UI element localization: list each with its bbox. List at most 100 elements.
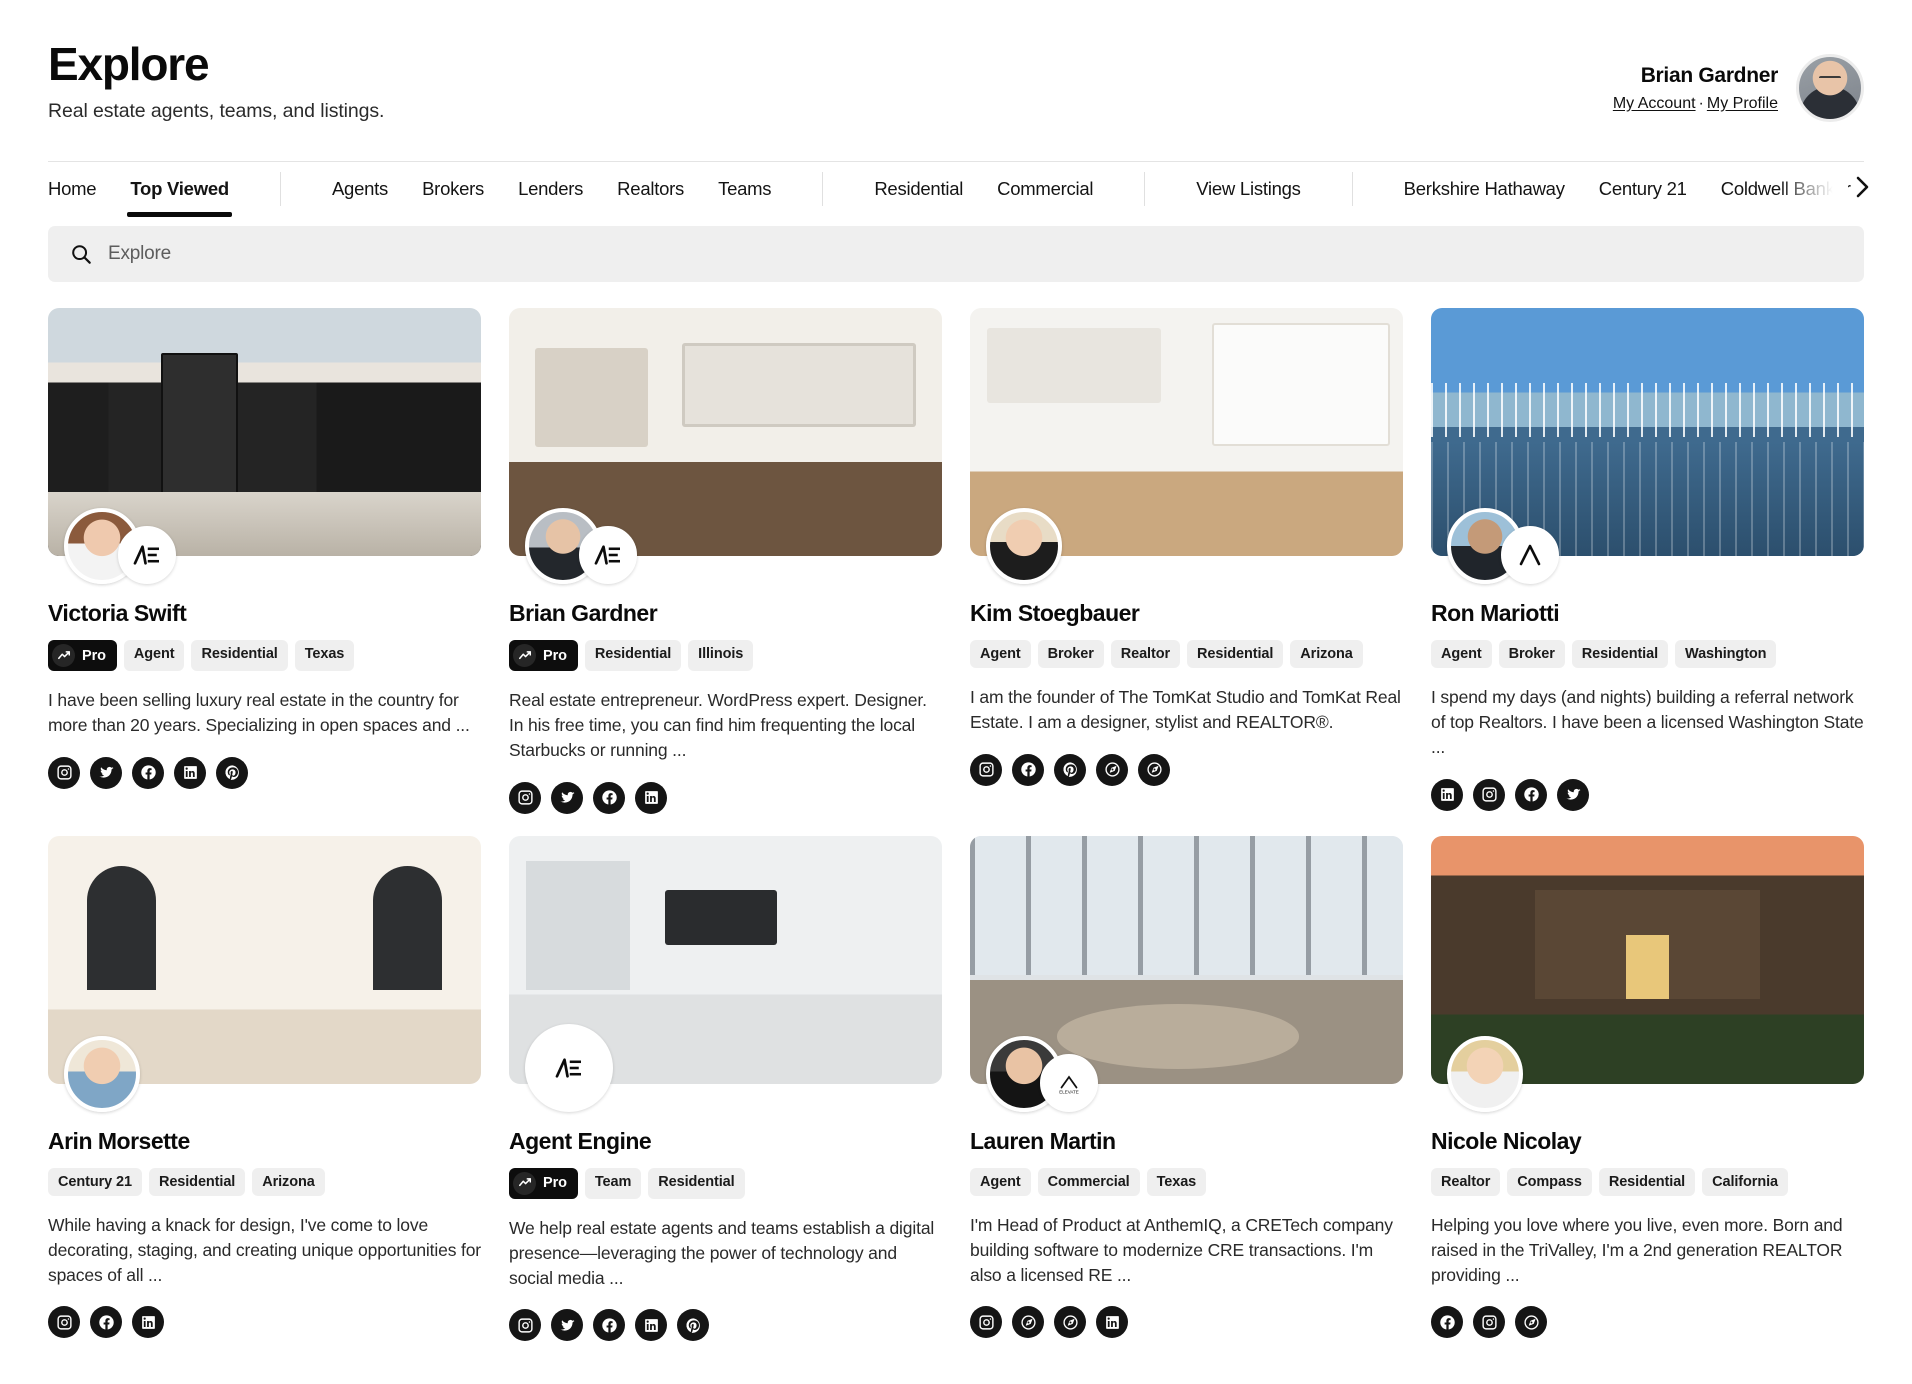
link-icon[interactable]	[1096, 753, 1128, 786]
profile-card[interactable]: Victoria Swift Pro Agent Residential Texas I …	[48, 308, 481, 814]
linkedin-icon[interactable]	[174, 756, 206, 789]
instagram-icon[interactable]	[970, 753, 1002, 786]
card-media[interactable]: ELEVATE	[970, 835, 1403, 1112]
nav-item-brokers[interactable]: Brokers	[405, 162, 501, 216]
tag-residential[interactable]: Residential	[191, 640, 288, 672]
tag-agent[interactable]: Agent	[123, 640, 185, 672]
facebook-icon[interactable]	[593, 1309, 625, 1342]
nav-item-residential[interactable]: Residential	[857, 162, 980, 216]
profile-avatar[interactable]	[986, 508, 1062, 585]
link-icon[interactable]	[1515, 1306, 1547, 1339]
user-account-block[interactable]: Brian Gardner My Account · My Profile	[1613, 40, 1864, 122]
instagram-icon[interactable]	[970, 1306, 1002, 1339]
pro-badge[interactable]: Pro	[509, 1167, 578, 1199]
nav-item-coldwell-banker[interactable]: Coldwell Banker	[1704, 162, 1868, 216]
tag-residential[interactable]: Residential	[1187, 640, 1284, 669]
chevron-right-icon[interactable]	[1856, 176, 1870, 202]
profile-card[interactable]: ELEVATE Lauren Martin Agent Commercial Texas…	[970, 835, 1403, 1342]
tag-arizona[interactable]: Arizona	[1290, 640, 1363, 669]
linkedin-icon[interactable]	[132, 1306, 164, 1339]
tag-residential[interactable]: Residential	[148, 1167, 246, 1196]
tag-illinois[interactable]: Illinois	[688, 640, 754, 672]
search-bar[interactable]	[48, 226, 1864, 283]
tag-california[interactable]: California	[1702, 1167, 1788, 1196]
tag-commercial[interactable]: Commercial	[1037, 1167, 1140, 1196]
tag-agent[interactable]: Agent	[970, 640, 1031, 669]
tag-broker[interactable]: Broker	[1498, 640, 1565, 669]
avatar[interactable]	[1796, 54, 1864, 122]
tag-realtor[interactable]: Realtor	[1110, 640, 1181, 669]
facebook-icon[interactable]	[593, 781, 625, 814]
nav-item-top-viewed[interactable]: Top Viewed	[113, 162, 246, 218]
facebook-icon[interactable]	[90, 1306, 122, 1339]
profile-avatar[interactable]	[64, 1035, 140, 1112]
card-media[interactable]	[48, 308, 481, 585]
instagram-icon[interactable]	[509, 1309, 541, 1342]
facebook-icon[interactable]	[1431, 1306, 1463, 1339]
card-media[interactable]	[509, 835, 942, 1112]
pro-badge[interactable]: Pro	[509, 640, 578, 672]
facebook-icon[interactable]	[1515, 778, 1547, 811]
facebook-icon[interactable]	[132, 756, 164, 789]
profile-card[interactable]: Kim Stoegbauer Agent Broker Realtor Resident…	[970, 308, 1403, 814]
pinterest-icon[interactable]	[677, 1309, 709, 1342]
tag-washington[interactable]: Washington	[1675, 640, 1777, 669]
nav-item-commercial[interactable]: Commercial	[980, 162, 1110, 216]
twitter-icon[interactable]	[551, 781, 583, 814]
card-media[interactable]	[1431, 308, 1864, 585]
card-title[interactable]: Lauren Martin	[970, 1128, 1403, 1155]
link-icon[interactable]	[1054, 1306, 1086, 1339]
instagram-icon[interactable]	[48, 1306, 80, 1339]
profile-card[interactable]: Nicole Nicolay Realtor Compass Residential C…	[1431, 835, 1864, 1342]
pro-badge[interactable]: Pro	[48, 640, 117, 672]
card-title[interactable]: Victoria Swift	[48, 600, 481, 627]
tag-century-21[interactable]: Century 21	[48, 1167, 142, 1196]
nav-item-berkshire-hathaway[interactable]: Berkshire Hathaway	[1387, 162, 1582, 216]
card-media[interactable]	[970, 308, 1403, 585]
nav-item-lenders[interactable]: Lenders	[501, 162, 600, 216]
tag-compass[interactable]: Compass	[1507, 1167, 1592, 1196]
tag-texas[interactable]: Texas	[294, 640, 355, 672]
tag-residential[interactable]: Residential	[1598, 1167, 1696, 1196]
card-media[interactable]	[509, 308, 942, 585]
tag-residential[interactable]: Residential	[584, 640, 682, 672]
tag-residential[interactable]: Residential	[1571, 640, 1669, 669]
profile-card[interactable]: Brian Gardner Pro Residential Illinois Real …	[509, 308, 942, 814]
linkedin-icon[interactable]	[635, 1309, 667, 1342]
my-profile-link[interactable]: My Profile	[1707, 95, 1778, 112]
card-title[interactable]: Nicole Nicolay	[1431, 1128, 1864, 1155]
card-title[interactable]: Agent Engine	[509, 1128, 942, 1155]
tag-arizona[interactable]: Arizona	[252, 1167, 325, 1196]
card-title[interactable]: Arin Morsette	[48, 1128, 481, 1155]
nav-item-century-21[interactable]: Century 21	[1582, 162, 1704, 216]
tag-team[interactable]: Team	[584, 1167, 642, 1199]
instagram-icon[interactable]	[509, 781, 541, 814]
tag-broker[interactable]: Broker	[1037, 640, 1104, 669]
pinterest-icon[interactable]	[1054, 753, 1086, 786]
card-media[interactable]	[1431, 835, 1864, 1112]
profile-card[interactable]: Arin Morsette Century 21 Residential Arizon…	[48, 835, 481, 1342]
profile-card[interactable]: Ron Mariotti Agent Broker Residential Washin…	[1431, 308, 1864, 814]
nav-item-teams[interactable]: Teams	[701, 162, 788, 216]
tag-realtor[interactable]: Realtor	[1431, 1167, 1501, 1196]
linkedin-icon[interactable]	[1431, 778, 1463, 811]
profile-card[interactable]: Agent Engine Pro Team Residential We help re…	[509, 835, 942, 1342]
nav-item-home[interactable]: Home	[48, 162, 113, 216]
tag-texas[interactable]: Texas	[1146, 1167, 1207, 1196]
profile-avatar[interactable]	[1447, 1035, 1523, 1112]
pinterest-icon[interactable]	[216, 756, 248, 789]
instagram-icon[interactable]	[1473, 778, 1505, 811]
instagram-icon[interactable]	[1473, 1306, 1505, 1339]
card-title[interactable]: Ron Mariotti	[1431, 600, 1864, 627]
nav-item-realtors[interactable]: Realtors	[600, 162, 701, 216]
linkedin-icon[interactable]	[635, 781, 667, 814]
instagram-icon[interactable]	[48, 756, 80, 789]
tag-agent[interactable]: Agent	[970, 1167, 1031, 1196]
my-account-link[interactable]: My Account	[1613, 95, 1696, 112]
link-icon[interactable]	[1012, 1306, 1044, 1339]
search-input[interactable]	[108, 243, 1842, 266]
card-title[interactable]: Kim Stoegbauer	[970, 600, 1403, 627]
nav-item-view-listings[interactable]: View Listings	[1179, 162, 1317, 216]
card-media[interactable]	[48, 835, 481, 1112]
twitter-icon[interactable]	[1557, 778, 1589, 811]
